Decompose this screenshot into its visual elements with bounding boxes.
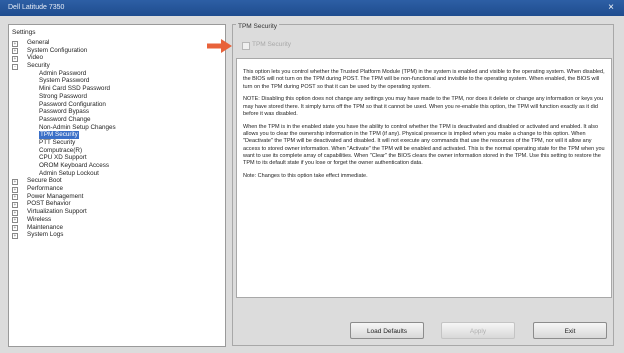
tree-item[interactable]: + General — [9, 39, 225, 47]
tree-item[interactable]: + Performance — [9, 185, 225, 193]
tree-item[interactable]: Mini Card SSD Password — [9, 85, 225, 93]
tree-item-label: Password Change — [39, 115, 91, 123]
tree-root-settings[interactable]: Settings — [12, 29, 36, 36]
tree-item-label: PTT Security — [39, 138, 76, 146]
description-paragraph: When the TPM is in the enabled state you… — [243, 123, 605, 167]
tree-item-label: Admin Setup Lockout — [39, 169, 99, 177]
tree-item[interactable]: Password Bypass — [9, 108, 225, 116]
group-title: TPM Security — [236, 23, 280, 30]
tree-item-label: General — [27, 39, 50, 46]
tree-item-label: System Password — [39, 77, 90, 85]
expand-icon[interactable]: + — [12, 201, 18, 208]
tree-item[interactable]: - Security — [9, 62, 225, 70]
tree-item[interactable]: + Wireless — [9, 216, 225, 224]
tree-item-label: Power Management — [27, 192, 84, 200]
tree-item[interactable]: Admin Setup Lockout — [9, 170, 225, 178]
tree-item[interactable]: + System Configuration — [9, 47, 225, 55]
expand-icon[interactable]: + — [12, 209, 18, 216]
tree-item-label: Password Bypass — [39, 108, 90, 116]
settings-tree: + General + System Configuration + Video - Secu… — [9, 39, 225, 239]
tree-item[interactable]: + Video — [9, 54, 225, 62]
description-paragraph: This option lets you control whether the… — [243, 69, 605, 90]
settings-tree-panel: Settings + General + System Configuration + V… — [8, 24, 226, 347]
tpm-security-checkbox[interactable] — [242, 42, 250, 50]
tree-item-label: POST Behavior — [27, 200, 71, 208]
expand-icon[interactable]: + — [12, 194, 18, 201]
tree-item-label: Admin Password — [39, 69, 87, 77]
description-paragraph: NOTE: Disabling this option does not cha… — [243, 96, 604, 117]
arrow-right-icon — [207, 39, 232, 53]
tree-item-label: System Logs — [27, 231, 64, 239]
expand-icon[interactable]: + — [12, 40, 18, 47]
title-bar: Dell Latitude 7350 × — [0, 0, 624, 16]
expand-icon[interactable]: + — [12, 48, 18, 55]
tree-item-label: Computrace(R) — [39, 146, 83, 154]
tree-item-label: OROM Keyboard Access — [39, 162, 109, 169]
exit-button[interactable]: Exit — [533, 322, 607, 339]
tree-item-label: Security — [27, 62, 50, 70]
tree-item[interactable]: System Password — [9, 77, 225, 85]
load-defaults-button[interactable]: Load Defaults — [350, 322, 424, 339]
tree-item[interactable]: + POST Behavior — [9, 200, 225, 208]
tree-item-label: Mini Card SSD Password — [39, 85, 111, 93]
tree-item[interactable]: + Virtualization Support — [9, 208, 225, 216]
expand-icon[interactable]: + — [12, 178, 18, 185]
expand-icon[interactable]: + — [12, 186, 18, 193]
tree-item-label: Non-Admin Setup Changes — [39, 123, 116, 131]
expand-icon[interactable]: + — [12, 55, 18, 62]
close-icon[interactable]: × — [604, 2, 618, 14]
tree-item[interactable]: Password Change — [9, 116, 225, 124]
tree-item-label: Video — [27, 54, 43, 62]
apply-button[interactable]: Apply — [441, 322, 515, 339]
description-box: This option lets you control whether the… — [236, 58, 612, 298]
tree-item[interactable]: TPM Security — [9, 131, 225, 139]
tree-item[interactable]: Password Configuration — [9, 101, 225, 109]
tree-item[interactable]: CPU XD Support — [9, 154, 225, 162]
tree-item[interactable]: + System Logs — [9, 231, 225, 239]
tree-item-label: Strong Password — [39, 92, 87, 100]
tree-item[interactable]: Admin Password — [9, 70, 225, 78]
expand-icon[interactable]: + — [12, 225, 18, 231]
tree-item[interactable]: + Maintenance — [9, 224, 225, 232]
collapse-icon[interactable]: - — [12, 63, 18, 70]
tree-item-label: Secure Boot — [27, 177, 62, 185]
tree-item[interactable]: Non-Admin Setup Changes — [9, 124, 225, 132]
bios-setup-window: Dell Latitude 7350 × Settings + General + S… — [0, 0, 624, 353]
tree-item-label: CPU XD Support — [39, 154, 87, 162]
tree-item-label: Maintenance — [27, 223, 64, 231]
description-paragraph: Note: Changes to this option take effect… — [243, 173, 368, 180]
tree-item[interactable]: OROM Keyboard Access — [9, 162, 225, 170]
tree-item-label: Virtualization Support — [27, 208, 87, 216]
expand-icon[interactable]: + — [12, 232, 18, 239]
tpm-security-checkbox-label[interactable]: TPM Security — [252, 41, 291, 48]
tree-item-label: System Configuration — [27, 46, 88, 54]
tree-item[interactable]: Computrace(R) — [9, 147, 225, 155]
tree-item[interactable]: + Power Management — [9, 193, 225, 201]
tree-item-label: Password Configuration — [39, 100, 106, 108]
window-title: Dell Latitude 7350 — [8, 4, 65, 11]
tree-item[interactable]: PTT Security — [9, 139, 225, 147]
expand-icon[interactable]: + — [12, 217, 18, 224]
tree-item-label: Performance — [27, 185, 64, 193]
tree-item-label: TPM Security — [39, 131, 79, 139]
tree-item[interactable]: + Secure Boot — [9, 177, 225, 185]
tree-item[interactable]: Strong Password — [9, 93, 225, 101]
tree-item-label: Wireless — [27, 215, 52, 223]
